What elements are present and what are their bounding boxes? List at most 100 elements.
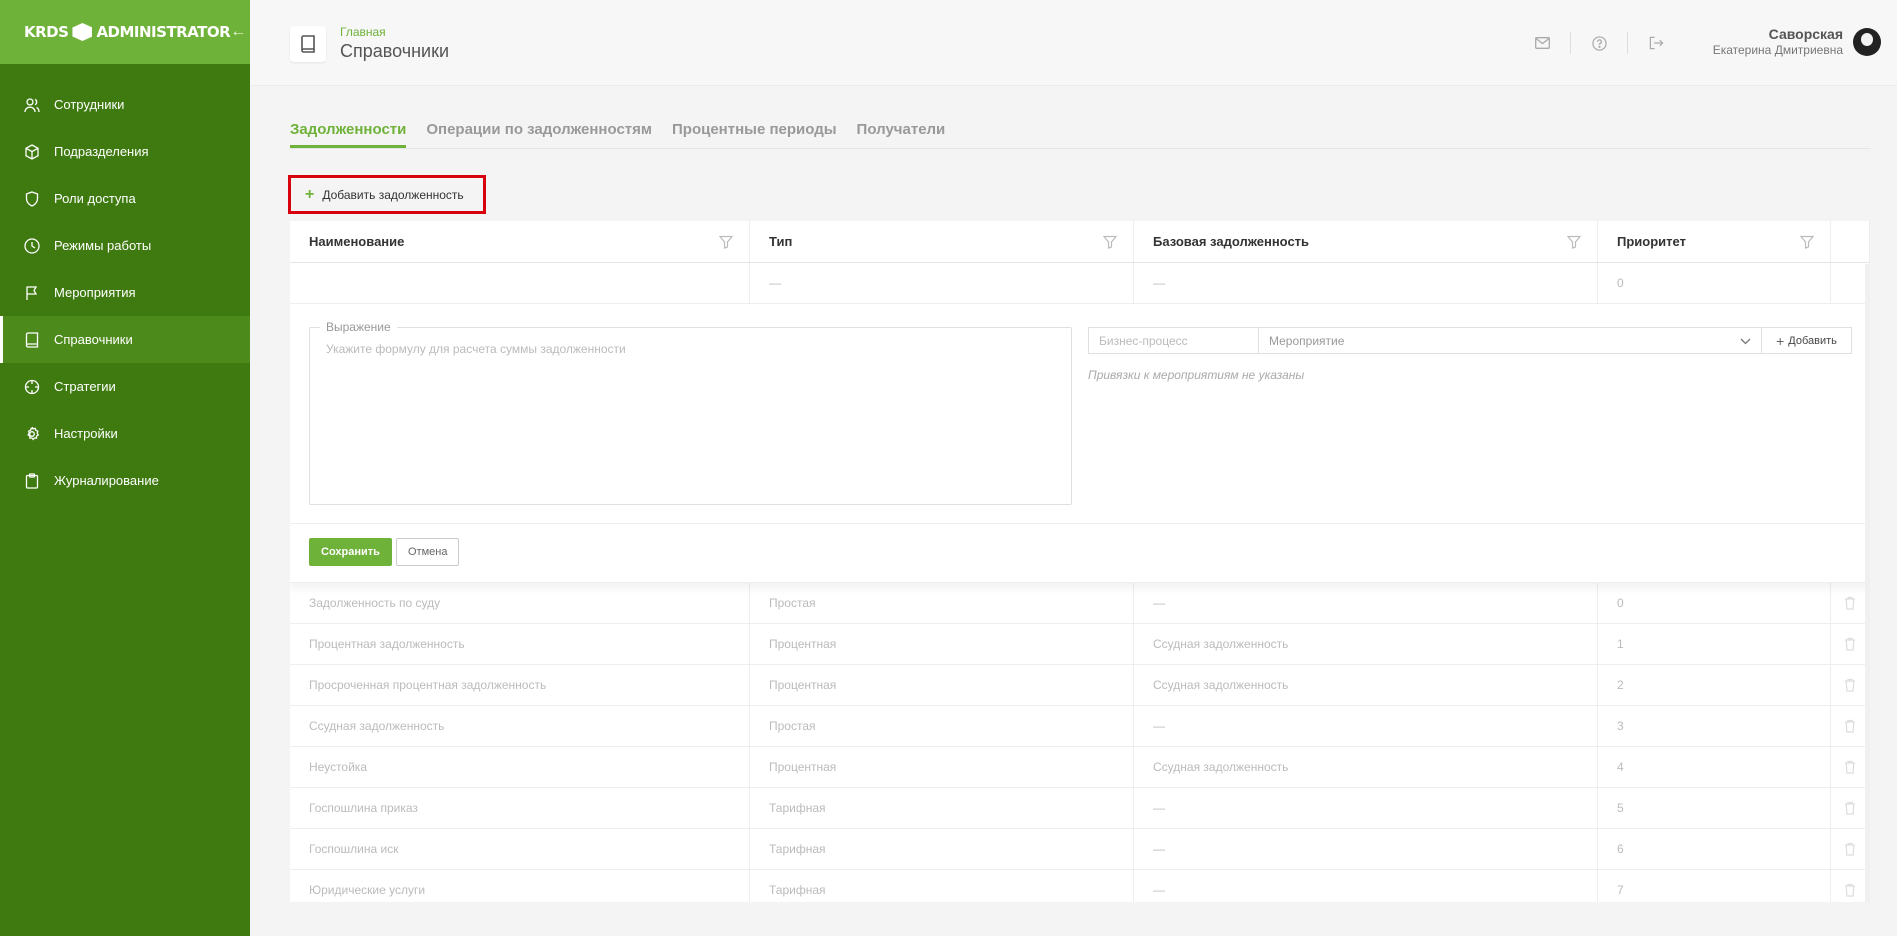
table-body: Задолженность по суду Простая —0 Процентная… — [290, 583, 1870, 902]
tab[interactable]: Процентные периоды — [672, 121, 837, 148]
sidebar-item[interactable]: Режимы работы — [0, 222, 250, 269]
cell-name: Задолженность по суду — [290, 583, 750, 623]
sidebar-item[interactable]: Мероприятия — [0, 269, 250, 316]
tab[interactable]: Получатели — [857, 121, 946, 148]
chevron-down-icon — [1740, 334, 1751, 348]
trash-icon[interactable] — [1844, 801, 1856, 815]
business-process-input[interactable]: Бизнес-процесс — [1088, 327, 1259, 354]
plus-icon: + — [1776, 332, 1785, 349]
trash-icon[interactable] — [1844, 637, 1856, 651]
sidebar-item[interactable]: Стратегии — [0, 363, 250, 410]
sidebar-item[interactable]: Настройки — [0, 410, 250, 457]
column-header: Тип — [750, 221, 1134, 262]
cell-base: Ссудная задолженность — [1134, 624, 1598, 664]
trash-icon[interactable] — [1844, 719, 1856, 733]
collapse-sidebar-arrow-icon[interactable]: ← — [230, 23, 246, 41]
table-row[interactable]: Юридические услуги Тарифная —7 — [290, 870, 1870, 902]
tab[interactable]: Операции по задолженностям — [426, 121, 652, 148]
crosshair-icon — [24, 379, 40, 395]
breadcrumb-home-link[interactable]: Главная — [340, 25, 449, 39]
cell-type: Простая — [750, 706, 1134, 746]
table-row[interactable]: Процентная задолженность Процентная Ссудна… — [290, 624, 1870, 665]
filter-icon[interactable] — [1566, 235, 1582, 249]
column-header: Приоритет — [1598, 221, 1831, 262]
clipboard-icon — [24, 472, 40, 489]
table-row[interactable]: Госпошлина иск Тарифная —6 — [290, 829, 1870, 870]
cell-priority: 1 — [1598, 624, 1831, 664]
cell-name: Процентная задолженность — [290, 624, 750, 664]
sidebar-item[interactable]: Справочники — [0, 316, 250, 363]
brand-bar: KRDS ADMINISTRATOR ← — [0, 0, 250, 64]
cell-priority: 3 — [1598, 706, 1831, 746]
shield-icon — [24, 190, 40, 207]
event-select[interactable]: Мероприятие — [1259, 327, 1762, 354]
add-binding-button[interactable]: + Добавить — [1762, 327, 1852, 354]
new-row-priority: 0 — [1598, 263, 1831, 303]
column-header-label: Тип — [769, 234, 793, 249]
table-row[interactable]: Неустойка Процентная Ссудная задолженность… — [290, 747, 1870, 788]
tab[interactable]: Задолженности — [290, 121, 407, 148]
column-header-label: Базовая задолженность — [1153, 234, 1310, 249]
expression-field[interactable]: Выражение Укажите формулу для расчета су… — [309, 320, 1072, 505]
save-button[interactable]: Сохранить — [309, 538, 392, 566]
cell-priority: 7 — [1598, 870, 1831, 902]
user-info[interactable]: Саворская Екатерина Дмитриевна — [1713, 26, 1843, 57]
filter-icon[interactable] — [1799, 235, 1815, 249]
sidebar-item-label: Настройки — [54, 426, 118, 441]
cell-priority: 5 — [1598, 788, 1831, 828]
column-header: Базовая задолженность — [1134, 221, 1598, 262]
bindings-empty-text: Привязки к мероприятиям не указаны — [1088, 368, 1305, 382]
logout-icon[interactable] — [1645, 32, 1667, 54]
cell-name: Госпошлина иск — [290, 829, 750, 869]
cell-base: — — [1134, 706, 1598, 746]
cell-name: Неустойка — [290, 747, 750, 787]
sidebar-item[interactable]: Журналирование — [0, 457, 250, 504]
header-separator — [1627, 32, 1628, 54]
page-book-icon — [290, 26, 326, 62]
new-row-type: — — [750, 263, 1134, 303]
filter-icon[interactable] — [1102, 235, 1118, 249]
table-row[interactable]: Задолженность по суду Простая —0 — [290, 583, 1870, 624]
cell-priority: 4 — [1598, 747, 1831, 787]
clock-icon — [24, 237, 40, 254]
cell-base: — — [1134, 870, 1598, 902]
trash-icon[interactable] — [1844, 883, 1856, 897]
cell-type: Тарифная — [750, 788, 1134, 828]
table-row[interactable]: Госпошлина приказ Тарифная —5 — [290, 788, 1870, 829]
cell-base: — — [1134, 829, 1598, 869]
new-row-name — [290, 263, 750, 303]
trash-icon[interactable] — [1844, 596, 1856, 610]
cell-base: — — [1134, 788, 1598, 828]
logo[interactable]: KRDS ADMINISTRATOR — [24, 23, 231, 41]
cell-priority: 2 — [1598, 665, 1831, 705]
page-title: Справочники — [340, 41, 450, 61]
cell-name: Просроченная процентная задолженность — [290, 665, 750, 705]
sidebar-item[interactable]: Сотрудники — [0, 81, 250, 128]
sidebar: KRDS ADMINISTRATOR ← Сотрудники Подраздел… — [0, 0, 250, 936]
add-debt-button[interactable]: + Добавить задолженность — [288, 175, 486, 214]
cancel-button[interactable]: Отмена — [396, 538, 460, 566]
add-debt-button-label: Добавить задолженность — [322, 187, 464, 202]
avatar[interactable] — [1853, 28, 1881, 56]
cell-name: Госпошлина приказ — [290, 788, 750, 828]
table-row[interactable]: Ссудная задолженность Простая —3 — [290, 706, 1870, 747]
trash-icon[interactable] — [1844, 842, 1856, 856]
sidebar-item-label: Подразделения — [54, 144, 149, 159]
logo-left: KRDS — [24, 23, 69, 41]
trash-icon[interactable] — [1844, 678, 1856, 692]
cell-type: Процентная — [750, 624, 1134, 664]
add-binding-label: Добавить — [1788, 334, 1837, 347]
sidebar-item[interactable]: Роли доступа — [0, 175, 250, 222]
table-scrollbar[interactable] — [1865, 264, 1870, 902]
sidebar-nav: Сотрудники Подразделения Роли доступа Режим… — [0, 81, 250, 504]
cell-base: — — [1134, 583, 1598, 623]
cell-type: Тарифная — [750, 829, 1134, 869]
filter-icon[interactable] — [718, 235, 734, 249]
mail-icon[interactable] — [1531, 32, 1553, 54]
trash-icon[interactable] — [1844, 760, 1856, 774]
help-icon[interactable] — [1588, 32, 1610, 54]
table-row[interactable]: Просроченная процентная задолженность Про… — [290, 665, 1870, 706]
sidebar-item[interactable]: Подразделения — [0, 128, 250, 175]
flag-icon — [24, 285, 40, 301]
expression-label: Выражение — [320, 320, 397, 334]
